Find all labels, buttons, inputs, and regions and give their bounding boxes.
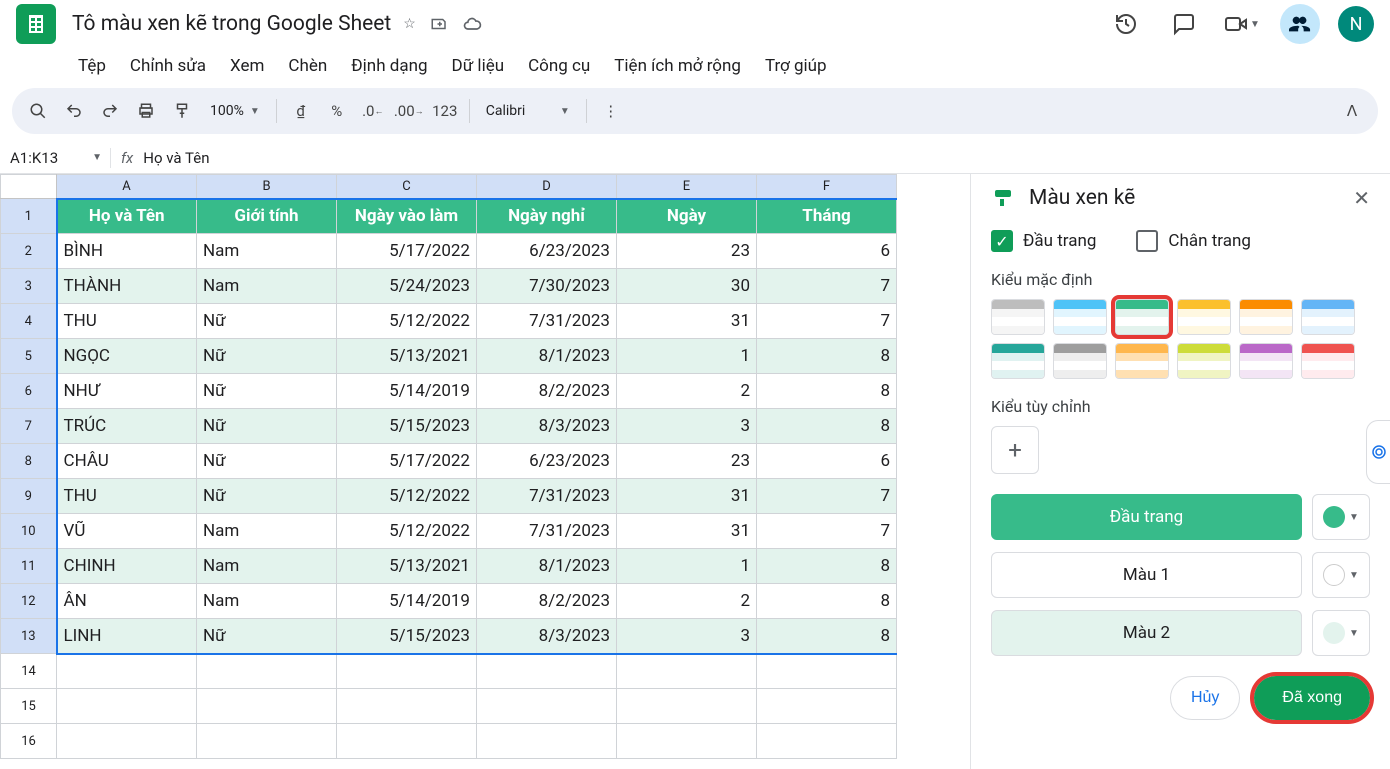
name-box[interactable]: A1:K13▼ [10, 149, 110, 167]
color1-picker[interactable]: ▼ [1312, 552, 1370, 598]
preset-style[interactable] [1301, 299, 1355, 335]
formula-input[interactable]: Họ và Tên [143, 149, 209, 167]
preset-style[interactable] [1115, 343, 1169, 379]
collapse-toolbar-icon[interactable]: ᐱ [1336, 95, 1368, 127]
decrease-decimal-button[interactable]: .0← [357, 95, 389, 127]
more-toolbar-icon[interactable]: ⋮ [595, 95, 627, 127]
footer-checkbox[interactable]: Chân trang [1136, 230, 1250, 252]
print-icon[interactable] [130, 95, 162, 127]
menu-insert[interactable]: Chèn [286, 52, 329, 80]
preset-style[interactable] [1053, 343, 1107, 379]
cancel-button[interactable]: Hủy [1170, 676, 1240, 720]
redo-icon[interactable] [94, 95, 126, 127]
search-icon[interactable] [22, 95, 54, 127]
fx-icon: fx [121, 149, 133, 167]
row-header[interactable]: 12 [1, 584, 57, 619]
menu-extensions[interactable]: Tiện ích mở rộng [612, 52, 743, 80]
default-styles-label: Kiểu mặc định [991, 270, 1370, 289]
doc-title[interactable]: Tô màu xen kẽ trong Google Sheet [72, 12, 391, 36]
paint-format-icon[interactable] [166, 95, 198, 127]
column-header[interactable]: E [617, 175, 757, 199]
undo-icon[interactable] [58, 95, 90, 127]
font-select[interactable]: Calibri▼ [478, 103, 578, 119]
preset-style[interactable] [1239, 343, 1293, 379]
color1-label: Màu 1 [991, 552, 1302, 598]
header-color-picker[interactable]: ▼ [1312, 494, 1370, 540]
color2-picker[interactable]: ▼ [1312, 610, 1370, 656]
close-icon[interactable]: ✕ [1353, 186, 1370, 210]
menu-bar: Tệp Chỉnh sửa Xem Chèn Định dạng Dữ liệu… [0, 48, 1390, 88]
row-header[interactable]: 9 [1, 479, 57, 514]
meet-icon[interactable]: ▼ [1222, 4, 1262, 44]
history-icon[interactable] [1106, 4, 1146, 44]
menu-view[interactable]: Xem [228, 52, 266, 80]
paint-roller-icon [991, 186, 1015, 210]
column-header[interactable]: D [477, 175, 617, 199]
alternating-colors-sidebar: Màu xen kẽ ✕ ✓Đầu trang Chân trang Kiểu … [970, 174, 1390, 769]
column-header[interactable]: F [757, 175, 897, 199]
share-button[interactable] [1280, 4, 1320, 44]
row-header[interactable]: 6 [1, 374, 57, 409]
star-icon[interactable]: ☆ [403, 16, 416, 32]
row-header[interactable]: 13 [1, 619, 57, 654]
row-header[interactable]: 2 [1, 234, 57, 269]
preset-style[interactable] [1115, 299, 1169, 335]
row-header[interactable]: 5 [1, 339, 57, 374]
add-custom-style-button[interactable]: + [991, 426, 1039, 474]
user-avatar[interactable]: N [1338, 6, 1374, 42]
row-header[interactable]: 14 [1, 654, 57, 689]
currency-button[interactable]: ₫ [285, 95, 317, 127]
sheets-logo[interactable] [16, 4, 56, 44]
preset-style[interactable] [1177, 299, 1231, 335]
row-header[interactable]: 3 [1, 269, 57, 304]
cloud-icon[interactable] [462, 14, 482, 34]
row-header[interactable]: 11 [1, 549, 57, 584]
row-header[interactable]: 7 [1, 409, 57, 444]
menu-tools[interactable]: Công cụ [526, 52, 592, 80]
preset-style[interactable] [991, 299, 1045, 335]
done-button[interactable]: Đã xong [1254, 676, 1370, 720]
header-checkbox[interactable]: ✓Đầu trang [991, 230, 1096, 252]
spreadsheet-grid[interactable]: ABCDEF1Họ và TênGiới tínhNgày vào làmNgà… [0, 174, 897, 759]
row-header[interactable]: 10 [1, 514, 57, 549]
preset-style[interactable] [991, 343, 1045, 379]
increase-decimal-button[interactable]: .00→ [393, 95, 425, 127]
menu-help[interactable]: Trợ giúp [763, 52, 829, 80]
menu-edit[interactable]: Chỉnh sửa [128, 52, 208, 80]
style-presets [991, 299, 1370, 379]
preset-style[interactable] [1177, 343, 1231, 379]
row-header[interactable]: 1 [1, 199, 57, 234]
preset-style[interactable] [1301, 343, 1355, 379]
sidebar-title: Màu xen kẽ [1029, 186, 1339, 210]
row-header[interactable]: 4 [1, 304, 57, 339]
row-header[interactable]: 16 [1, 724, 57, 759]
menu-format[interactable]: Định dạng [349, 52, 429, 80]
color2-label: Màu 2 [991, 610, 1302, 656]
menu-file[interactable]: Tệp [76, 52, 108, 80]
header-color-label: Đầu trang [991, 494, 1302, 540]
column-header[interactable]: B [197, 175, 337, 199]
number-format-button[interactable]: 123 [429, 95, 461, 127]
side-panel-toggle[interactable] [1366, 420, 1390, 484]
toolbar: 100%▼ ₫ % .0← .00→ 123 Calibri▼ ⋮ ᐱ [12, 88, 1378, 134]
menu-data[interactable]: Dữ liệu [450, 52, 507, 80]
column-header[interactable]: C [337, 175, 477, 199]
row-header[interactable]: 8 [1, 444, 57, 479]
custom-styles-label: Kiểu tùy chỉnh [991, 397, 1370, 416]
row-header[interactable]: 15 [1, 689, 57, 724]
preset-style[interactable] [1053, 299, 1107, 335]
move-icon[interactable] [430, 15, 448, 33]
zoom-select[interactable]: 100%▼ [202, 103, 268, 119]
preset-style[interactable] [1239, 299, 1293, 335]
column-header[interactable]: A [57, 175, 197, 199]
comment-icon[interactable] [1164, 4, 1204, 44]
percent-button[interactable]: % [321, 95, 353, 127]
